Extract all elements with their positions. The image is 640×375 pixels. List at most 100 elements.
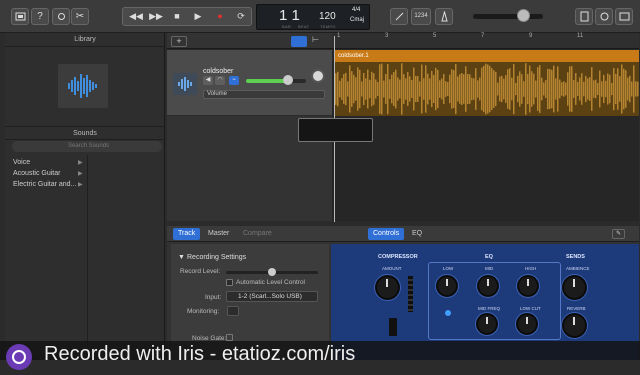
waveform-bar	[427, 73, 429, 105]
waveform-bar	[335, 73, 337, 105]
tab-track[interactable]: Track	[173, 228, 201, 240]
waveform-bar	[387, 63, 389, 115]
waveform-bar	[449, 74, 451, 104]
waveform-bar	[415, 75, 417, 103]
waveform-bar	[349, 65, 351, 113]
tab-compare[interactable]: Compare	[238, 228, 277, 240]
eq-low-cut-knob[interactable]	[516, 313, 538, 335]
monitoring-button[interactable]	[227, 306, 239, 316]
timeline-ruler[interactable]: 1 3 5 7 9 11	[332, 33, 639, 49]
pan-knob[interactable]	[311, 69, 325, 83]
compressor-title: COMPRESSOR	[378, 254, 418, 260]
waveform-bar	[493, 70, 495, 108]
waveform-bar	[519, 71, 521, 107]
knob-label: MID	[485, 266, 494, 271]
tab-master[interactable]: Master	[203, 228, 234, 240]
reverb-knob[interactable]	[562, 313, 587, 338]
audio-region-waveform[interactable]	[335, 62, 639, 116]
tuner-icon[interactable]	[390, 8, 408, 25]
disclosure-triangle-icon[interactable]: ▼	[178, 254, 185, 261]
waveform-bar	[605, 80, 607, 98]
smart-controls-icon[interactable]	[52, 8, 70, 25]
waveform-bar	[569, 66, 571, 112]
tempo-label: TEMPO	[320, 24, 336, 29]
patch-thumbnail	[58, 64, 108, 108]
mute-button[interactable]: ◀	[203, 76, 213, 85]
ruler-tick: 7	[481, 33, 485, 39]
key-signature: Cmaj	[350, 17, 365, 23]
waveform-bar	[597, 82, 599, 96]
library-item-acoustic-guitar[interactable]: Acoustic Guitar	[13, 168, 87, 179]
auto-level-checkbox[interactable]	[226, 279, 233, 286]
automation-button[interactable]: ⌁	[229, 76, 239, 85]
cycle-button[interactable]: ⟳	[230, 8, 252, 25]
waveform-bar	[565, 82, 567, 96]
tab-eq[interactable]: EQ	[407, 228, 427, 240]
waveform-bar	[625, 70, 627, 108]
waveform-bar	[535, 80, 537, 98]
master-volume-slider[interactable]	[473, 14, 543, 19]
add-track-button[interactable]: +	[171, 36, 187, 47]
automation-toggle-icon[interactable]	[291, 36, 307, 47]
help-icon[interactable]: ?	[31, 8, 49, 25]
input-label: Input:	[205, 294, 222, 301]
waveform-bar	[495, 71, 497, 107]
eq-low-knob[interactable]	[436, 275, 458, 297]
play-button[interactable]: ▶	[187, 8, 209, 25]
waveform-bar	[479, 77, 481, 101]
waveform-bar	[509, 68, 511, 110]
track-volume-knob[interactable]	[283, 75, 293, 85]
forward-button[interactable]: ▶▶	[145, 8, 167, 25]
lcd-display[interactable]: 1 1 BAR BEAT 120 TEMPO 4/4 Cmaj	[256, 4, 370, 30]
record-level-label: Record Level:	[180, 268, 221, 275]
record-level-knob[interactable]	[268, 268, 276, 276]
eq-mid-freq-knob[interactable]	[476, 313, 498, 335]
waveform-bar	[465, 66, 467, 112]
eq-high-knob[interactable]	[517, 275, 539, 297]
waveform-bar	[393, 71, 395, 107]
browser-icon[interactable]	[615, 8, 633, 25]
scissors-icon[interactable]: ✂	[71, 8, 89, 25]
chevron-right-icon: ▶	[78, 182, 83, 188]
eq-mid-knob[interactable]	[477, 275, 499, 297]
stop-button[interactable]: ■	[166, 8, 188, 25]
region-header[interactable]: coldsober.1	[335, 50, 639, 62]
waveform-bar	[397, 77, 399, 101]
waveform-bar	[515, 82, 517, 96]
waveform-bar	[611, 82, 613, 96]
flex-pitch-icon[interactable]: ⊢	[312, 35, 319, 44]
library-icon[interactable]	[11, 8, 29, 25]
loops-icon[interactable]	[595, 8, 613, 25]
record-button[interactable]: ●	[209, 8, 231, 25]
metronome-icon[interactable]	[435, 8, 453, 25]
compressor-amount-knob[interactable]	[375, 275, 400, 300]
waveform-bar	[489, 65, 491, 113]
waveform-bar	[587, 78, 589, 100]
waveform-bar	[607, 73, 609, 105]
pencil-icon[interactable]: ✎	[612, 229, 625, 239]
automation-parameter-select[interactable]: Volume	[203, 90, 325, 99]
waveform-bar	[435, 67, 437, 111]
count-in-button[interactable]: 1234	[411, 8, 431, 25]
waveform-bar	[557, 66, 559, 112]
waveform-bar	[575, 73, 577, 105]
waveform-bar	[577, 81, 579, 97]
library-item-electric-guitar[interactable]: Electric Guitar and...	[13, 179, 87, 190]
waveform-bar	[499, 76, 501, 102]
waveform-bar	[613, 67, 615, 111]
notepad-icon[interactable]	[575, 8, 593, 25]
sounds-search-input[interactable]: Search Sounds	[12, 141, 162, 152]
tab-controls[interactable]: Controls	[368, 228, 405, 240]
noise-gate-checkbox[interactable]	[226, 334, 233, 341]
rewind-button[interactable]: ◀◀	[125, 8, 147, 25]
library-item-voice[interactable]: Voice	[13, 157, 87, 168]
master-volume-knob[interactable]	[517, 9, 530, 22]
waveform-bar	[351, 71, 353, 107]
track-name[interactable]: coldsober	[203, 68, 233, 75]
waveform-bar	[463, 74, 465, 104]
waveform-bar	[369, 79, 371, 99]
ambience-knob[interactable]	[562, 275, 587, 300]
headphones-icon[interactable]: ◠	[215, 76, 225, 85]
compressor-switch[interactable]	[389, 318, 397, 336]
waveform-bar	[343, 74, 345, 104]
